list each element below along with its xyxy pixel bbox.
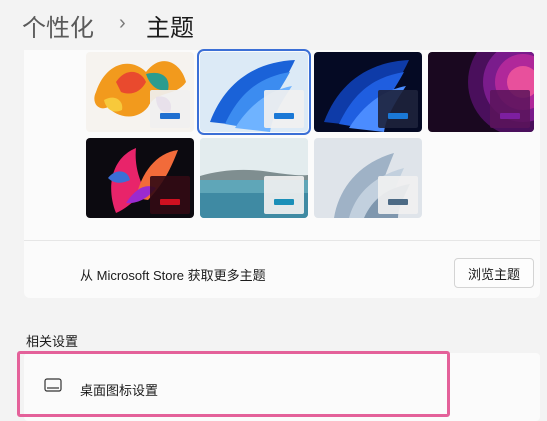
taskbar-preview [160, 113, 180, 119]
annotation-highlight-box [17, 351, 450, 417]
theme-flow[interactable] [314, 138, 422, 218]
theme-preview-window [150, 90, 190, 128]
theme-preview-window [264, 176, 304, 214]
taskbar-preview [160, 199, 180, 205]
theme-glow[interactable] [428, 52, 534, 132]
taskbar-preview [274, 113, 294, 119]
theme-windows-light-bloom[interactable] [197, 49, 311, 135]
theme-captured-motion[interactable] [86, 138, 194, 218]
breadcrumb-separator: › [119, 12, 126, 34]
theme-preview-window [378, 90, 418, 128]
card-divider [24, 240, 540, 241]
taskbar-preview [388, 199, 408, 205]
theme-preview-window [264, 90, 304, 128]
theme-preview-window [490, 90, 530, 128]
browse-themes-button[interactable]: 浏览主题 [454, 258, 534, 288]
taskbar-preview [274, 199, 294, 205]
page-header: 个性化 › 主题 [0, 0, 547, 52]
theme-colorful-splash[interactable] [86, 52, 194, 132]
theme-preview-window [378, 176, 418, 214]
taskbar-preview [500, 113, 520, 119]
taskbar-preview [388, 113, 408, 119]
page-title: 主题 [146, 15, 194, 42]
theme-windows-dark-bloom[interactable] [314, 52, 422, 132]
breadcrumb-personalization[interactable]: 个性化 [22, 8, 94, 43]
themes-card: 从 Microsoft Store 获取更多主题 浏览主题 [24, 49, 540, 298]
theme-preview-window [150, 176, 190, 214]
theme-sunrise-lake[interactable] [200, 138, 308, 218]
store-themes-text: 从 Microsoft Store 获取更多主题 [80, 268, 266, 283]
related-settings-heading: 相关设置 [26, 334, 79, 349]
